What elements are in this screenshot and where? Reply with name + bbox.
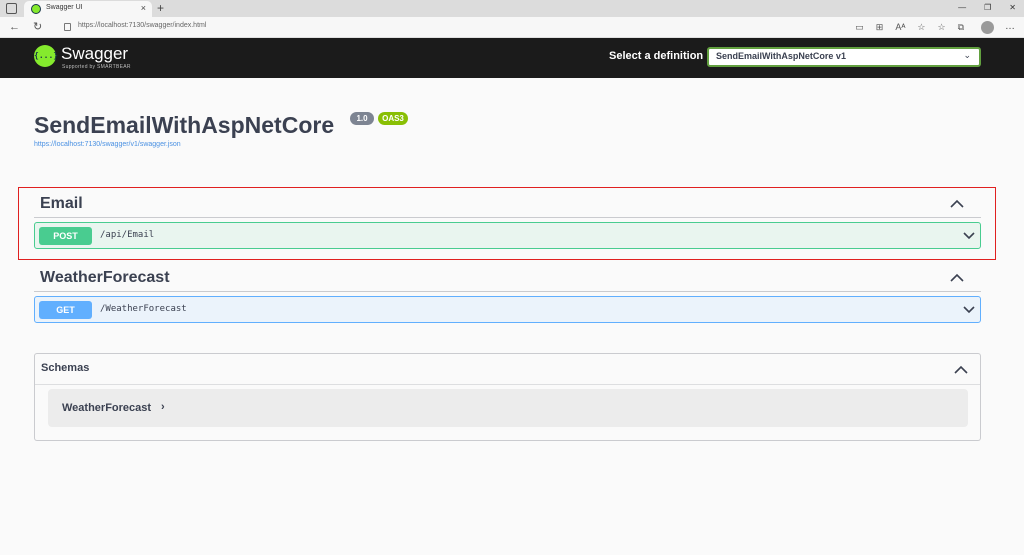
schemas-header[interactable]: Schemas — [35, 354, 980, 385]
text-size-icon[interactable]: Aᴬ — [895, 20, 905, 34]
swagger-brand-name: Swagger — [61, 44, 129, 63]
favorites-list-icon[interactable]: ☆ — [937, 20, 945, 34]
chevron-down-icon[interactable] — [962, 229, 976, 243]
more-menu-icon[interactable]: … — [1005, 20, 1015, 34]
app-icon[interactable]: ⊞ — [876, 20, 884, 34]
definition-select[interactable]: SendEmailWithAspNetCore v1 ⌄ — [707, 47, 981, 67]
spec-url-link[interactable]: https://localhost:7130/swagger/v1/swagge… — [34, 141, 181, 148]
swagger-topbar: {...} Swagger Supported by SMARTBEAR Sel… — [0, 38, 1024, 78]
collections-icon[interactable]: ⧉ — [958, 20, 964, 34]
model-name: WeatherForecast — [62, 402, 152, 414]
address-bar-row: ← ↻ https://localhost:7130/swagger/index… — [0, 17, 1024, 38]
method-badge: GET — [39, 301, 92, 319]
schemas-title: Schemas — [41, 362, 90, 374]
chevron-up-icon[interactable] — [947, 268, 967, 288]
definition-label: Select a definition — [609, 50, 704, 62]
window-controls: — ❐ ✕ — [958, 2, 1016, 14]
version-badge: 1.0 — [350, 112, 374, 125]
favorite-icon[interactable]: ☆ — [917, 20, 925, 34]
close-window-icon[interactable]: ✕ — [1009, 2, 1016, 14]
profile-avatar[interactable] — [981, 21, 994, 34]
chevron-up-icon[interactable] — [952, 361, 970, 379]
tag-header-email[interactable]: Email — [34, 190, 981, 218]
tag-name: Email — [40, 195, 83, 212]
browser-tab[interactable]: Swagger UI × — [24, 1, 152, 17]
read-aloud-icon[interactable]: ▭ — [855, 20, 864, 34]
swagger-logo-icon: {...} — [34, 45, 58, 67]
minimize-icon[interactable]: — — [958, 2, 966, 14]
lock-icon — [64, 23, 71, 31]
oas-badge: OAS3 — [378, 112, 408, 125]
schema-model-weatherforecast[interactable]: WeatherForecast › — [48, 389, 968, 427]
tab-title: Swagger UI — [46, 4, 83, 11]
chevron-right-icon[interactable]: › — [161, 401, 165, 413]
api-title: SendEmailWithAspNetCore — [34, 112, 335, 138]
operation-path: /WeatherForecast — [100, 304, 187, 314]
reload-icon[interactable]: ↻ — [33, 20, 42, 34]
method-badge: POST — [39, 227, 92, 245]
chevron-down-icon[interactable] — [962, 303, 976, 317]
new-tab-button[interactable]: + — [157, 0, 164, 16]
schemas-section: Schemas WeatherForecast › — [34, 353, 981, 441]
url-field[interactable]: https://localhost:7130/swagger/index.htm… — [58, 20, 818, 35]
restore-icon[interactable]: ❐ — [984, 2, 991, 14]
window-menu-icon[interactable] — [6, 3, 17, 14]
browser-tab-bar: Swagger UI × + — ❐ ✕ — [0, 0, 1024, 17]
swagger-favicon-icon — [31, 4, 41, 14]
toolbar-icons: ▭ ⊞ Aᴬ ☆ ☆ ⧉ — [855, 20, 964, 34]
tag-header-weatherforecast[interactable]: WeatherForecast — [34, 264, 981, 292]
chevron-up-icon[interactable] — [947, 194, 967, 214]
close-tab-icon[interactable]: × — [141, 3, 146, 13]
url-text: https://localhost:7130/swagger/index.htm… — [78, 22, 207, 29]
operation-get-weatherforecast[interactable]: GET /WeatherForecast — [34, 296, 981, 323]
swagger-brand-sub: Supported by SMARTBEAR — [62, 64, 131, 70]
back-icon[interactable]: ← — [9, 20, 20, 34]
definition-value: SendEmailWithAspNetCore v1 — [716, 51, 846, 61]
operation-post-api-email[interactable]: POST /api/Email — [34, 222, 981, 249]
chevron-down-icon: ⌄ — [963, 50, 971, 60]
tag-name: WeatherForecast — [40, 269, 170, 286]
operation-path: /api/Email — [100, 230, 155, 240]
